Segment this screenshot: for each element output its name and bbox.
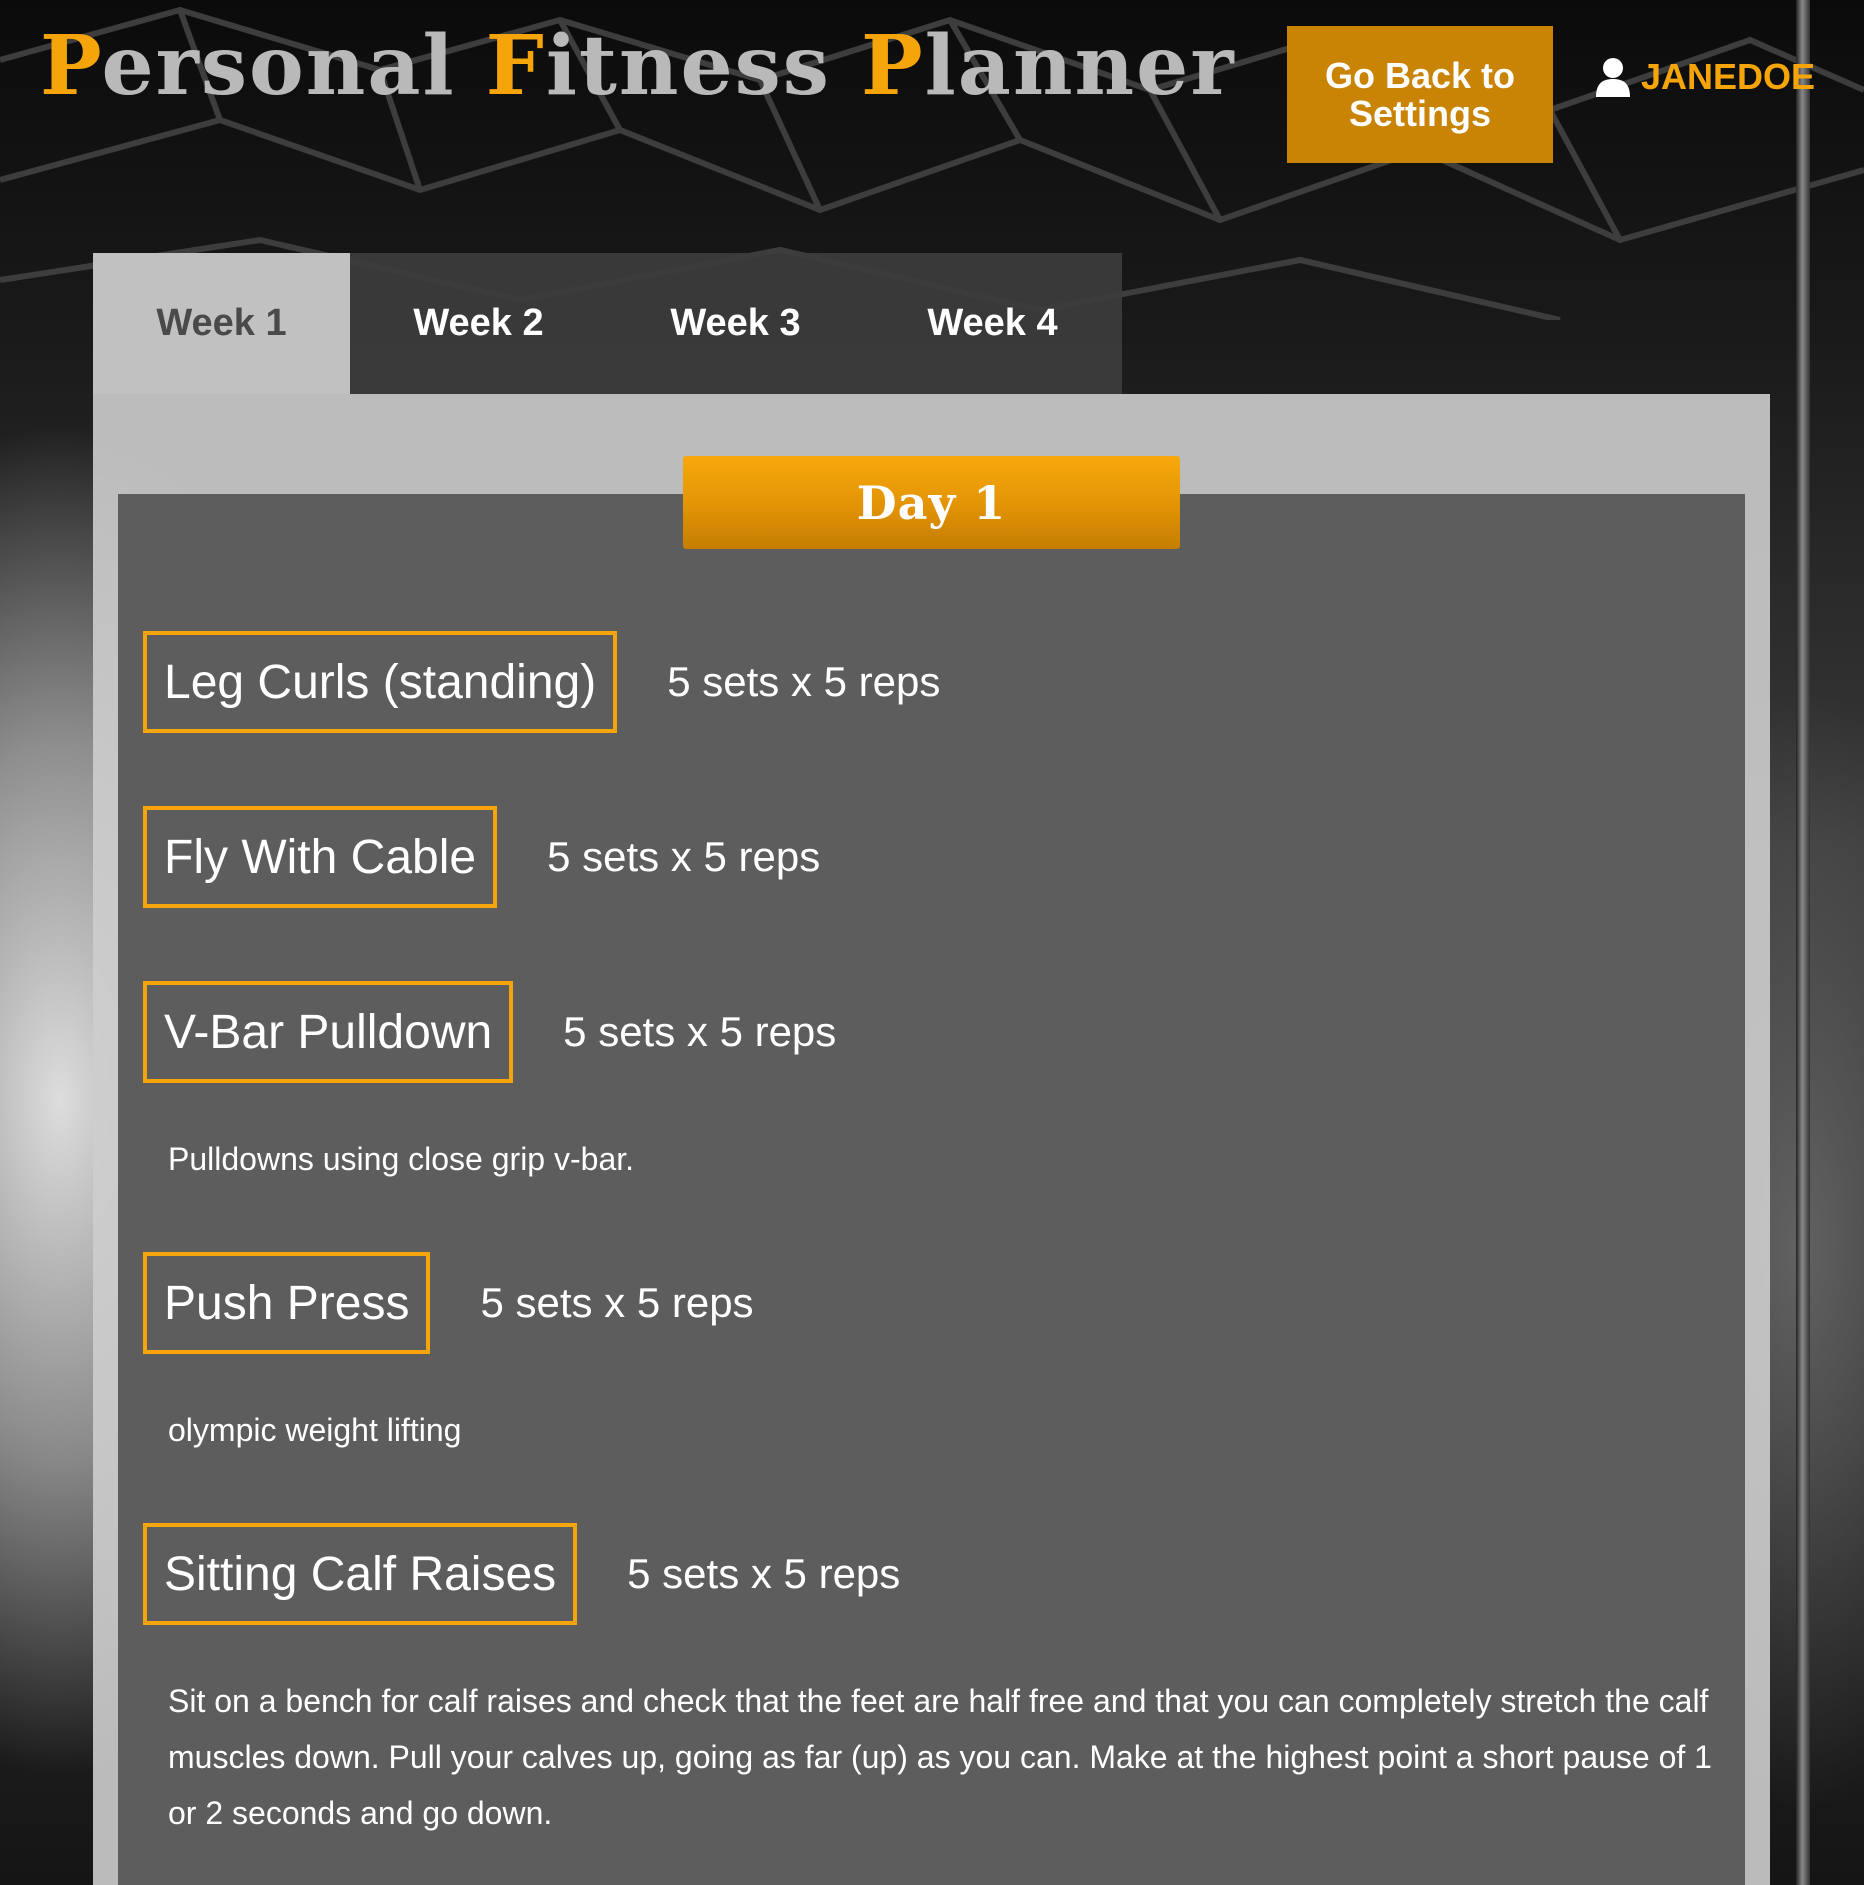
title-word: Planner	[860, 18, 1236, 114]
tab-week-4[interactable]: Week 4	[864, 253, 1121, 394]
user-menu[interactable]: JANEDOE	[1595, 56, 1815, 98]
username: JANEDOE	[1641, 56, 1816, 97]
exercise-item: Fly With Cable 5 sets x 5 reps	[143, 806, 820, 908]
tab-week-2[interactable]: Week 2	[350, 253, 607, 394]
exercise-sets: 5 sets x 5 reps	[667, 658, 941, 705]
title-word: Fitness	[485, 18, 831, 114]
day-title: Day 1	[683, 456, 1180, 549]
week-tabs: Week 1 Week 2 Week 3 Week 4	[93, 253, 1122, 394]
exercise-name[interactable]: Fly With Cable	[143, 806, 498, 908]
exercise-name[interactable]: V-Bar Pulldown	[143, 981, 514, 1083]
gym-pole	[1796, 0, 1810, 1885]
title-word: Personal	[40, 18, 456, 114]
exercise-name[interactable]: Sitting Calf Raises	[143, 1523, 578, 1625]
exercise-item: V-Bar Pulldown 5 sets x 5 reps	[143, 981, 836, 1083]
tab-week-3[interactable]: Week 3	[607, 253, 864, 394]
go-back-to-settings-button[interactable]: Go Back to Settings	[1287, 26, 1553, 163]
exercise-sets: 5 sets x 5 reps	[563, 1008, 837, 1055]
exercise-name[interactable]: Push Press	[143, 1252, 431, 1354]
exercise-description: olympic weight lifting	[168, 1412, 462, 1448]
app-title: Personal Fitness Planner	[40, 18, 1266, 114]
user-icon	[1596, 58, 1630, 97]
exercise-name[interactable]: Leg Curls (standing)	[143, 631, 618, 733]
tab-week-1[interactable]: Week 1	[93, 253, 350, 394]
exercise-sets: 5 sets x 5 reps	[627, 1550, 901, 1597]
exercise-description: Sit on a bench for calf raises and check…	[168, 1683, 1712, 1831]
exercise-item: Push Press 5 sets x 5 reps	[143, 1252, 754, 1354]
exercise-item: Leg Curls (standing) 5 sets x 5 reps	[143, 631, 940, 733]
exercise-sets: 5 sets x 5 reps	[547, 833, 821, 880]
exercise-item: Sitting Calf Raises 5 sets x 5 reps	[143, 1523, 900, 1625]
exercise-sets: 5 sets x 5 reps	[480, 1279, 754, 1326]
exercise-description: Pulldowns using close grip v-bar.	[168, 1141, 635, 1177]
